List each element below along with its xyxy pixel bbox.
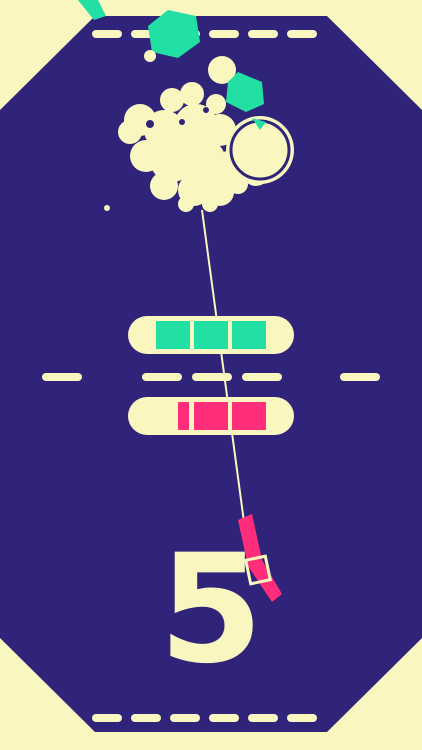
teal-life-blocks xyxy=(156,321,266,349)
bubble-puff xyxy=(144,50,156,62)
team-teal-bar xyxy=(128,316,294,354)
teal-life-block xyxy=(232,321,266,349)
teal-life-block xyxy=(194,321,228,349)
spark-dot xyxy=(104,205,110,211)
pink-life-block xyxy=(178,402,189,430)
pink-life-block xyxy=(194,402,228,430)
team-pink-bar xyxy=(128,397,294,435)
pink-life-block xyxy=(232,402,266,430)
teal-life-block xyxy=(156,321,190,349)
game-stage[interactable] xyxy=(0,0,422,750)
